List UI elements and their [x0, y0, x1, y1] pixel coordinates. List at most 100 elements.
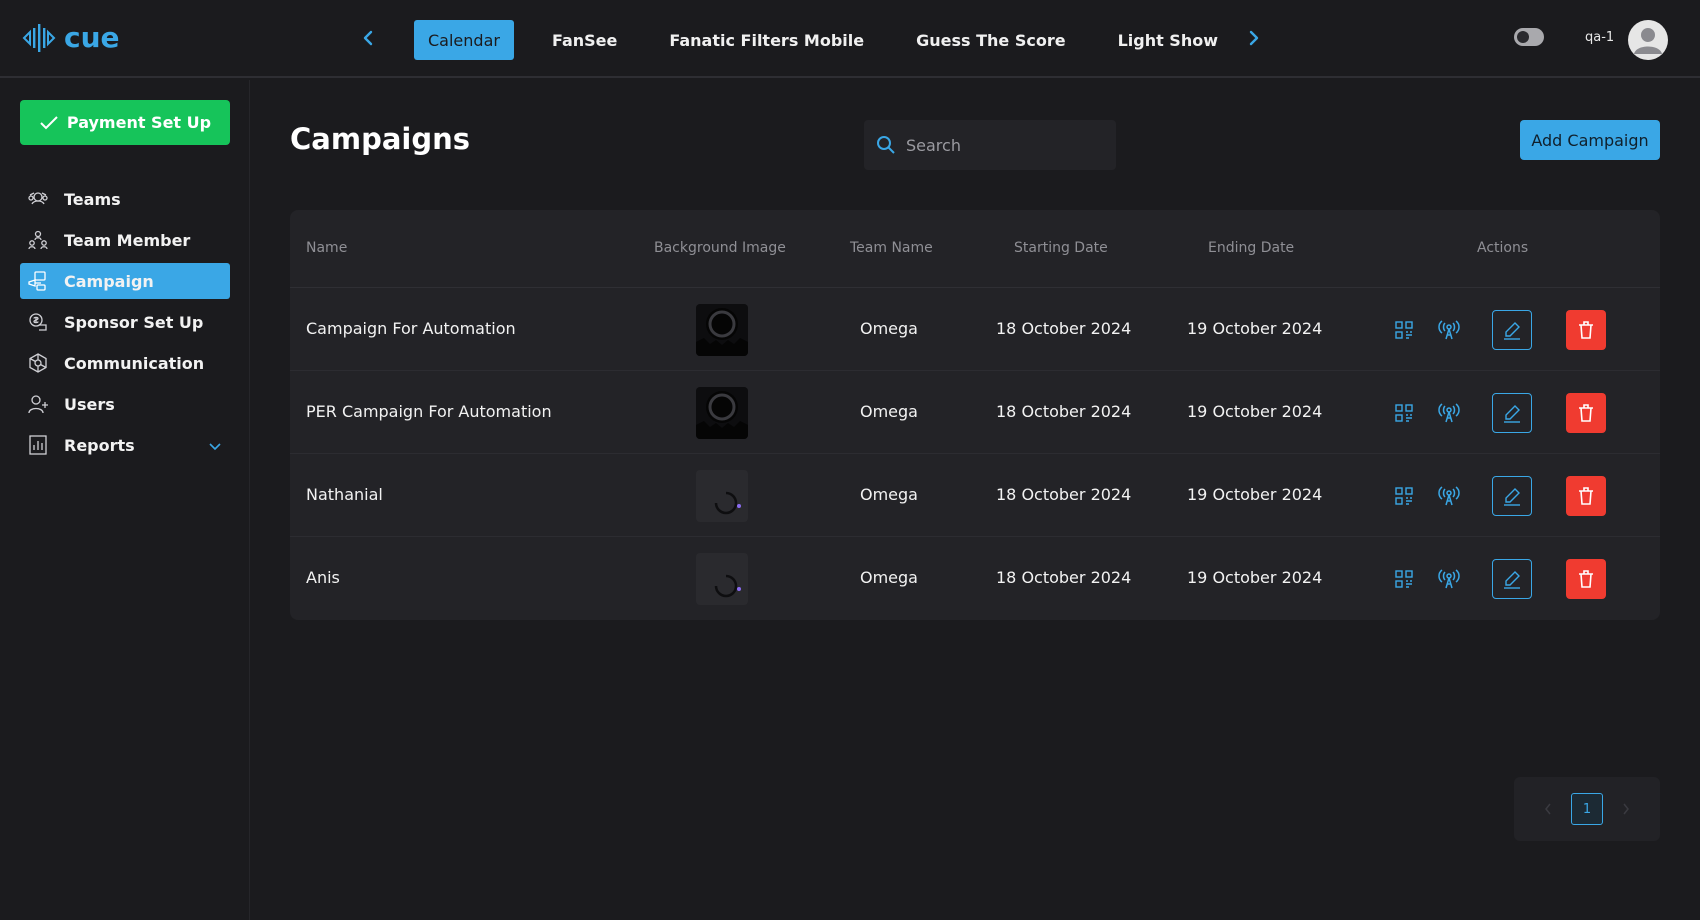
qr-code-button[interactable]	[1386, 561, 1422, 597]
sidebar-item-label: Teams	[64, 189, 121, 209]
qr-code-icon	[1395, 404, 1413, 422]
chevron-left-icon	[363, 30, 373, 46]
tab-guess-the-score[interactable]: Guess The Score	[902, 20, 1079, 60]
reports-icon	[26, 433, 50, 457]
search-icon	[877, 136, 895, 154]
app-tabs: Calendar FanSee Fanatic Filters Mobile G…	[414, 20, 1236, 60]
trash-icon	[1579, 570, 1593, 588]
pencil-icon	[1504, 322, 1520, 340]
sidebar-item-communication[interactable]: Communication	[20, 345, 230, 381]
sidebar-item-reports[interactable]: Reports	[20, 427, 230, 463]
team-name: Omega	[860, 485, 918, 504]
trash-icon	[1579, 404, 1593, 422]
table-row: Anis Omega 18 October 2024 19 October 20…	[290, 537, 1660, 620]
qr-code-icon	[1395, 321, 1413, 339]
tabs-next-button[interactable]	[1242, 26, 1266, 50]
team-name: Omega	[860, 402, 918, 421]
edit-button[interactable]	[1492, 393, 1532, 433]
chevron-left-icon	[1545, 803, 1551, 815]
edit-button[interactable]	[1492, 310, 1532, 350]
tab-fansee[interactable]: FanSee	[538, 20, 631, 60]
users-icon	[26, 392, 50, 416]
username: qa-1	[1585, 30, 1615, 45]
tab-fanatic-filters-mobile[interactable]: Fanatic Filters Mobile	[655, 20, 878, 60]
trash-icon	[1579, 487, 1593, 505]
delete-button[interactable]	[1566, 559, 1606, 599]
tabs-prev-button[interactable]	[356, 26, 380, 50]
qr-code-icon	[1395, 570, 1413, 588]
pencil-icon	[1504, 405, 1520, 423]
qr-code-button[interactable]	[1386, 395, 1422, 431]
broadcast-button[interactable]	[1431, 478, 1467, 514]
broadcast-icon	[1438, 569, 1460, 589]
starting-date: 18 October 2024	[996, 402, 1132, 421]
payment-setup-button[interactable]: Payment Set Up	[20, 100, 230, 145]
team-member-icon	[26, 228, 50, 252]
table-row: Campaign For Automation Omega 18 October…	[290, 288, 1660, 371]
campaign-icon	[26, 269, 50, 293]
pencil-icon	[1504, 488, 1520, 506]
broadcast-button[interactable]	[1431, 561, 1467, 597]
header-ending-date: Ending Date	[1208, 240, 1295, 256]
campaigns-table: Name Background Image Team Name Starting…	[290, 210, 1660, 620]
pagination-next-button[interactable]	[1616, 799, 1636, 819]
team-name: Omega	[860, 319, 918, 338]
background-image-thumbnail[interactable]	[696, 304, 748, 356]
broadcast-icon	[1438, 320, 1460, 340]
edit-button[interactable]	[1492, 476, 1532, 516]
broadcast-button[interactable]	[1431, 395, 1467, 431]
pencil-icon	[1504, 571, 1520, 589]
theme-toggle[interactable]	[1514, 28, 1544, 46]
sidebar-menu: Teams Team Member Campaign Sponsor Set U…	[20, 181, 230, 468]
sidebar-item-sponsor[interactable]: Sponsor Set Up	[20, 304, 230, 340]
delete-button[interactable]	[1566, 393, 1606, 433]
chevron-right-icon	[1249, 30, 1259, 46]
sidebar-item-label: Users	[64, 394, 115, 414]
delete-button[interactable]	[1566, 476, 1606, 516]
communication-icon	[26, 351, 50, 375]
user-avatar[interactable]	[1628, 20, 1668, 60]
broadcast-button[interactable]	[1431, 312, 1467, 348]
tab-calendar[interactable]: Calendar	[414, 20, 514, 60]
header-starting-date: Starting Date	[1014, 240, 1108, 256]
sponsor-icon	[26, 310, 50, 334]
background-image-thumbnail[interactable]	[696, 553, 748, 605]
sidebar-item-teams[interactable]: Teams	[20, 181, 230, 217]
delete-button[interactable]	[1566, 310, 1606, 350]
edit-button[interactable]	[1492, 559, 1532, 599]
background-image-thumbnail[interactable]	[696, 387, 748, 439]
trash-icon	[1579, 321, 1593, 339]
user-silhouette-icon	[1634, 28, 1662, 54]
background-image-thumbnail[interactable]	[696, 470, 748, 522]
pagination-page-current[interactable]: 1	[1571, 793, 1603, 825]
teams-icon	[26, 187, 50, 211]
header-background-image: Background Image	[654, 240, 786, 256]
chevron-down-icon	[208, 437, 222, 456]
pagination-prev-button[interactable]	[1538, 799, 1558, 819]
team-name: Omega	[860, 568, 918, 587]
checkmark-icon	[40, 115, 58, 129]
sidebar-item-label: Team Member	[64, 230, 191, 250]
sidebar-item-label: Campaign	[64, 271, 154, 291]
starting-date: 18 October 2024	[996, 568, 1132, 587]
ending-date: 19 October 2024	[1187, 319, 1323, 338]
logo-wave-icon	[22, 24, 56, 52]
sidebar-item-label: Sponsor Set Up	[64, 312, 204, 332]
qr-code-button[interactable]	[1386, 478, 1422, 514]
logo[interactable]: cue	[22, 20, 120, 56]
search-input[interactable]	[906, 135, 1096, 155]
sidebar-item-users[interactable]: Users	[20, 386, 230, 422]
sidebar-item-team-member[interactable]: Team Member	[20, 222, 230, 258]
chevron-right-icon	[1623, 803, 1629, 815]
top-bar: cue Calendar FanSee Fanatic Filters Mobi…	[0, 0, 1700, 78]
ending-date: 19 October 2024	[1187, 485, 1323, 504]
add-campaign-button[interactable]: Add Campaign	[1520, 120, 1660, 160]
campaign-name: Campaign For Automation	[306, 319, 516, 338]
search-box	[864, 120, 1116, 170]
sidebar-item-campaign[interactable]: Campaign	[20, 263, 230, 299]
header-actions: Actions	[1477, 240, 1529, 256]
logo-text: cue	[64, 21, 120, 54]
qr-code-button[interactable]	[1386, 312, 1422, 348]
tab-light-show[interactable]: Light Show	[1104, 20, 1232, 60]
qr-code-icon	[1395, 487, 1413, 505]
